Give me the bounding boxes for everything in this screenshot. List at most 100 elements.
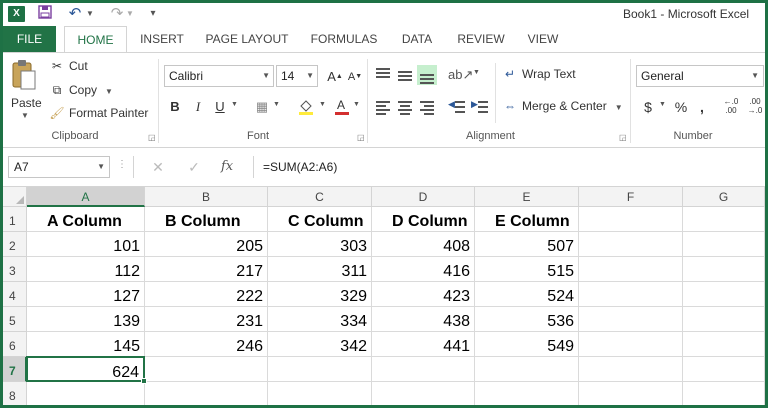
cell-f8[interactable] <box>579 382 683 405</box>
borders-dropdown-icon[interactable]: ▼ <box>273 101 280 108</box>
cell-b8[interactable] <box>145 382 268 405</box>
cell-c5[interactable]: 334 <box>268 307 372 332</box>
cell-c6[interactable]: 342 <box>268 332 372 357</box>
column-header-g[interactable]: G <box>683 187 765 207</box>
tab-file[interactable]: FILE <box>3 26 56 52</box>
name-box[interactable]: A7 ▼ <box>8 156 110 178</box>
align-left-icon[interactable] <box>373 97 393 117</box>
font-launcher-icon[interactable]: ◲ <box>357 133 365 142</box>
column-header-e[interactable]: E <box>475 187 579 207</box>
cell-a1[interactable]: A Column <box>27 207 145 232</box>
cell-e3[interactable]: 515 <box>475 257 579 282</box>
align-top-icon[interactable] <box>373 65 393 85</box>
tab-page-layout[interactable]: PAGE LAYOUT <box>199 26 295 52</box>
cell-b6[interactable]: 246 <box>145 332 268 357</box>
tab-review[interactable]: REVIEW <box>451 26 511 52</box>
fill-handle[interactable] <box>141 378 147 384</box>
font-color-dropdown-icon[interactable]: ▼ <box>353 101 360 108</box>
cell-d7[interactable] <box>372 357 475 382</box>
cell-f7[interactable] <box>579 357 683 382</box>
cell-e8[interactable] <box>475 382 579 405</box>
cell-f4[interactable] <box>579 282 683 307</box>
cell-g7[interactable] <box>683 357 765 382</box>
cell-g5[interactable] <box>683 307 765 332</box>
column-header-a[interactable]: A <box>27 187 145 207</box>
row-header-4[interactable]: 4 <box>3 282 27 307</box>
font-size-select[interactable]: 14 ▼ <box>276 65 318 87</box>
redo-icon[interactable]: ↷ <box>107 5 127 23</box>
tab-insert[interactable]: INSERT <box>135 26 189 52</box>
cell-e7[interactable] <box>475 357 579 382</box>
bold-button[interactable]: B <box>166 97 184 117</box>
cancel-icon[interactable]: ✕ <box>147 156 169 178</box>
cell-e6[interactable]: 549 <box>475 332 579 357</box>
orientation-icon[interactable]: ab↗ <box>448 65 473 85</box>
comma-button[interactable]: , <box>695 97 709 117</box>
italic-button[interactable]: I <box>189 97 207 117</box>
cell-b5[interactable]: 231 <box>145 307 268 332</box>
align-bottom-icon[interactable] <box>417 65 437 85</box>
cell-d8[interactable] <box>372 382 475 405</box>
alignment-launcher-icon[interactable]: ◲ <box>619 133 627 142</box>
column-header-c[interactable]: C <box>268 187 372 207</box>
cell-e5[interactable]: 536 <box>475 307 579 332</box>
cell-d5[interactable]: 438 <box>372 307 475 332</box>
merge-center-button[interactable]: ⇔ Merge & Center ▼ <box>502 99 623 113</box>
undo-icon[interactable]: ↶ <box>65 5 85 23</box>
row-header-6[interactable]: 6 <box>3 332 27 357</box>
clipboard-launcher-icon[interactable]: ◲ <box>148 133 156 142</box>
underline-dropdown-icon[interactable]: ▼ <box>231 101 238 108</box>
align-center-icon[interactable] <box>395 97 415 117</box>
cell-e2[interactable]: 507 <box>475 232 579 257</box>
decrease-decimal-icon[interactable]: .00 →.0 <box>745 97 765 117</box>
cell-f1[interactable] <box>579 207 683 232</box>
underline-button[interactable]: U <box>211 97 229 117</box>
number-format-select[interactable]: General ▼ <box>636 65 764 87</box>
save-icon[interactable] <box>35 5 55 23</box>
increase-font-size-icon[interactable]: A▲ <box>325 67 345 87</box>
cell-f5[interactable] <box>579 307 683 332</box>
cell-b7[interactable] <box>145 357 268 382</box>
cell-d4[interactable]: 423 <box>372 282 475 307</box>
cell-g4[interactable] <box>683 282 765 307</box>
cell-b2[interactable]: 205 <box>145 232 268 257</box>
format-painter-button[interactable]: 🖌 Format Painter <box>49 106 148 120</box>
fill-color-dropdown-icon[interactable]: ▼ <box>319 101 326 108</box>
cell-a7[interactable]: 624 <box>26 356 145 382</box>
cell-a6[interactable]: 145 <box>27 332 145 357</box>
cell-f3[interactable] <box>579 257 683 282</box>
row-header-3[interactable]: 3 <box>3 257 27 282</box>
cell-c8[interactable] <box>268 382 372 405</box>
cell-b4[interactable]: 222 <box>145 282 268 307</box>
cell-d6[interactable]: 441 <box>372 332 475 357</box>
decrease-indent-icon[interactable]: ◀ <box>448 97 468 117</box>
cell-d2[interactable]: 408 <box>372 232 475 257</box>
borders-icon[interactable]: ▦ <box>253 97 271 117</box>
cell-c2[interactable]: 303 <box>268 232 372 257</box>
tab-data[interactable]: DATA <box>393 26 441 52</box>
currency-button[interactable]: $ <box>640 97 656 117</box>
column-header-b[interactable]: B <box>145 187 268 207</box>
font-name-select[interactable]: Calibri ▼ <box>164 65 274 87</box>
cell-a5[interactable]: 139 <box>27 307 145 332</box>
paste-dropdown-icon[interactable]: ▼ <box>21 111 29 120</box>
cell-a8[interactable] <box>27 382 145 405</box>
increase-decimal-icon[interactable]: ←.0.00 <box>721 97 741 117</box>
cell-f6[interactable] <box>579 332 683 357</box>
paste-button[interactable]: Paste <box>11 96 42 110</box>
cell-a4[interactable]: 127 <box>27 282 145 307</box>
cell-f2[interactable] <box>579 232 683 257</box>
column-header-f[interactable]: F <box>579 187 683 207</box>
row-header-1[interactable]: 1 <box>3 207 27 232</box>
row-header-2[interactable]: 2 <box>3 232 27 257</box>
tab-view[interactable]: VIEW <box>519 26 567 52</box>
enter-icon[interactable]: ✓ <box>183 156 205 178</box>
increase-indent-icon[interactable]: ▶ <box>471 97 491 117</box>
cell-e4[interactable]: 524 <box>475 282 579 307</box>
cell-g1[interactable] <box>683 207 765 232</box>
insert-function-icon[interactable]: fx <box>221 156 233 178</box>
cell-c4[interactable]: 329 <box>268 282 372 307</box>
row-header-7[interactable]: 7 <box>3 357 27 382</box>
cell-c3[interactable]: 311 <box>268 257 372 282</box>
cell-g2[interactable] <box>683 232 765 257</box>
